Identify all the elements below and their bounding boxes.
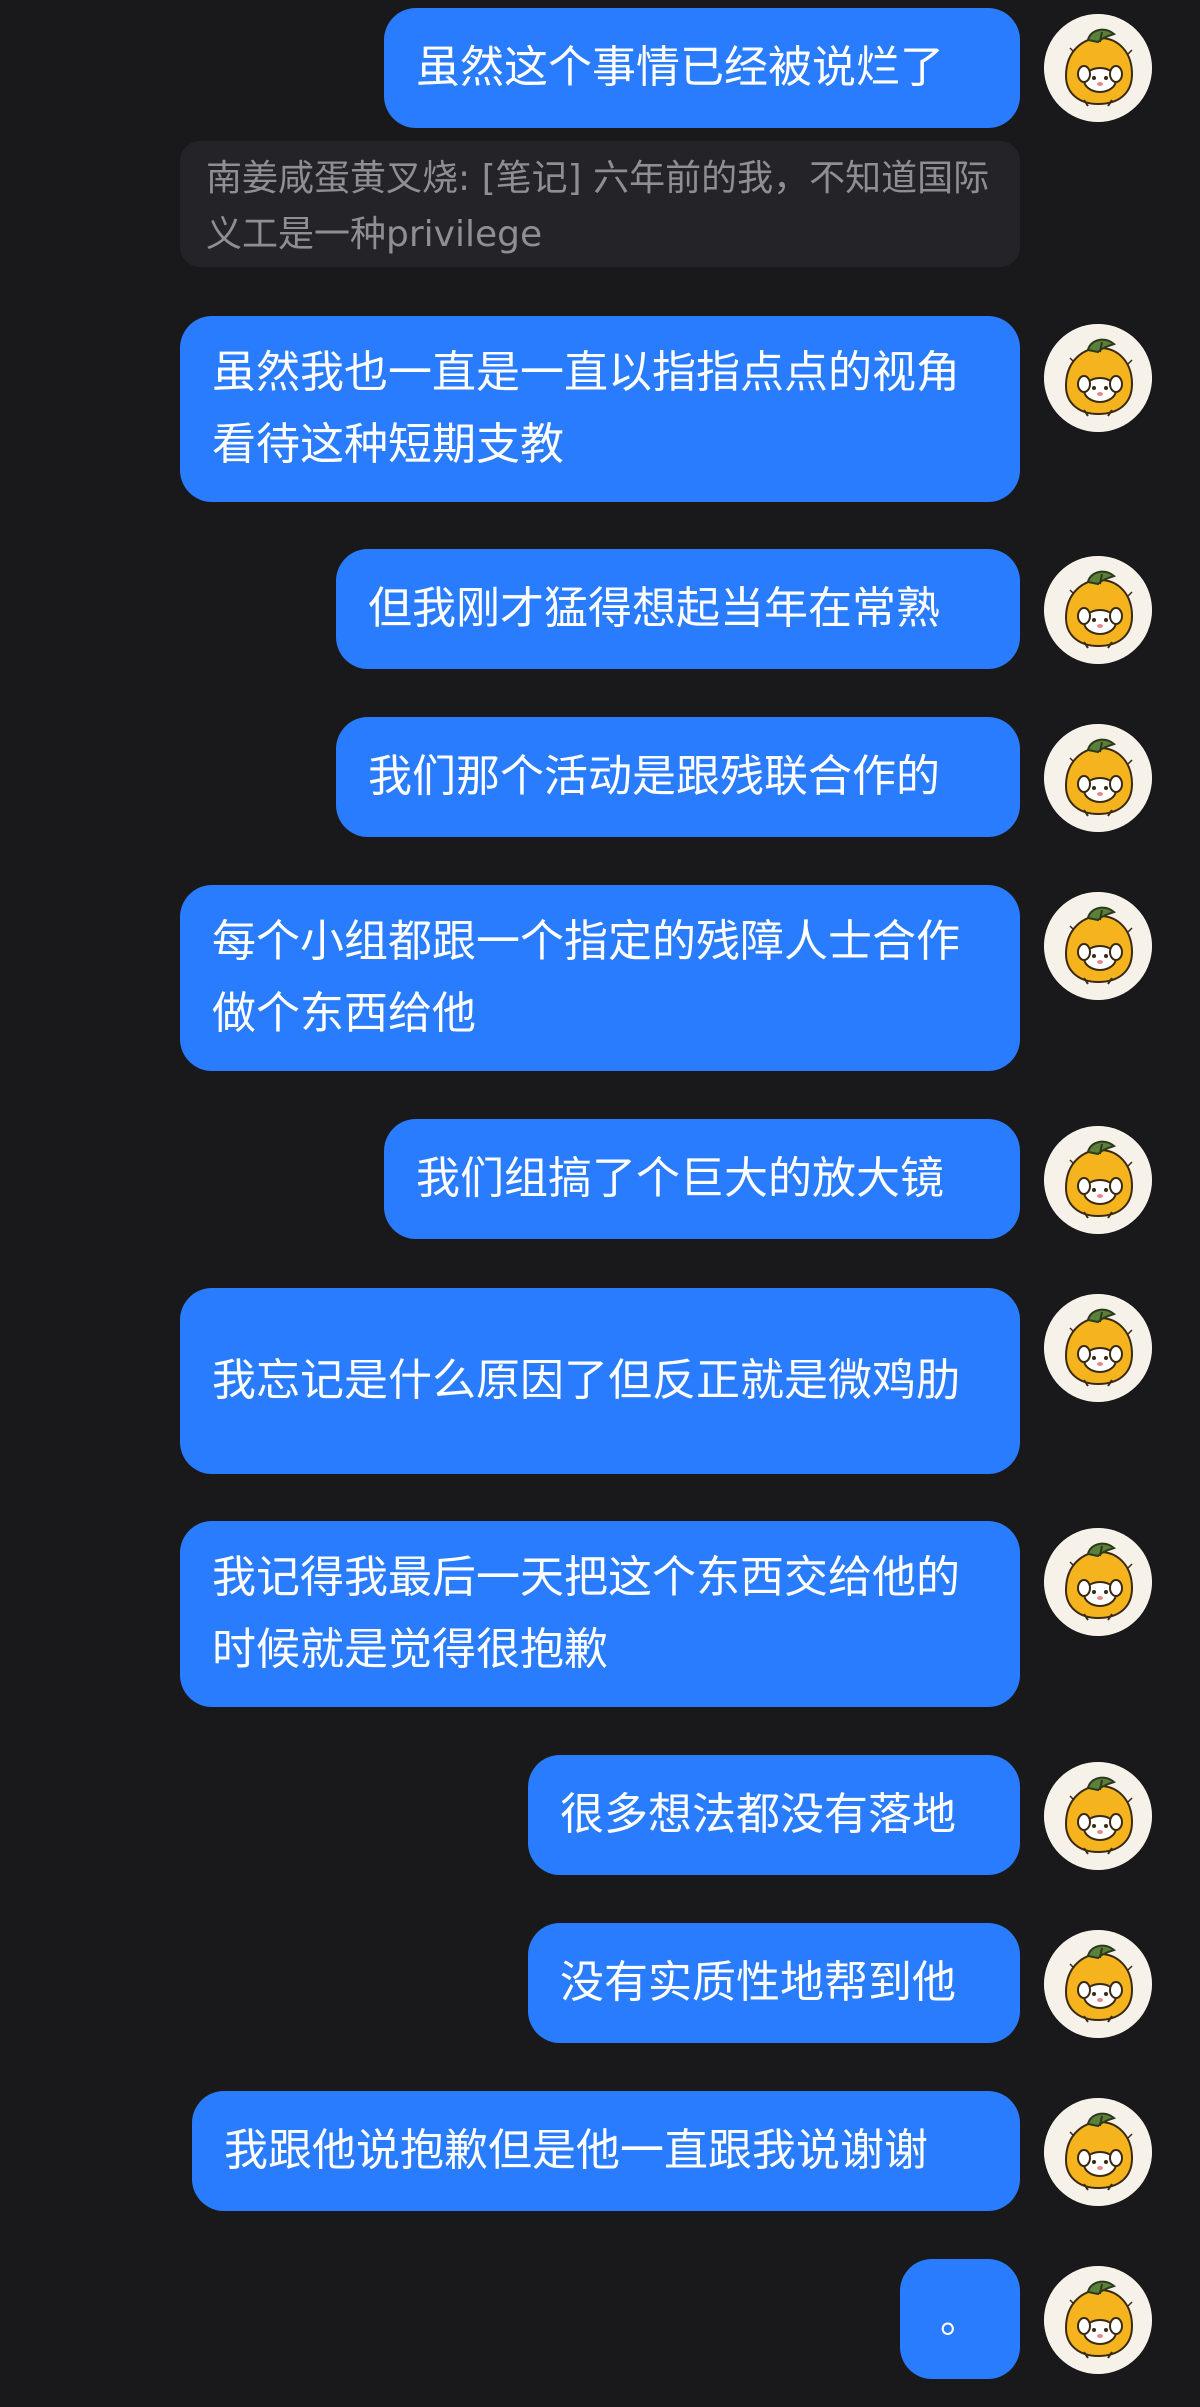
avatar[interactable] — [1044, 324, 1152, 432]
chat-thread: 虽然这个事情已经被说烂了 南姜咸蛋黄叉烧: [笔记] 六年前的我，不知道国际义工… — [0, 0, 1200, 2407]
message-text: 但我刚才猛得想起当年在常熟 — [368, 583, 940, 634]
message-text: 我们组搞了个巨大的放大镜 — [416, 1153, 944, 1204]
orange-puppy-avatar-icon — [1044, 1762, 1152, 1870]
message-text: 。 — [940, 2296, 980, 2342]
quoted-message[interactable]: 南姜咸蛋黄叉烧: [笔记] 六年前的我，不知道国际义工是一种privilege — [180, 141, 1020, 267]
avatar[interactable] — [1044, 724, 1152, 832]
message-text: 我跟他说抱歉但是他一直跟我说谢谢 — [224, 2125, 928, 2176]
orange-puppy-avatar-icon — [1044, 724, 1152, 832]
message-text: 每个小组都跟一个指定的残障人士合作做个东西给他 — [212, 916, 960, 1039]
message-bubble[interactable]: 我跟他说抱歉但是他一直跟我说谢谢 — [192, 2091, 1020, 2211]
avatar[interactable] — [1044, 1126, 1152, 1234]
orange-puppy-avatar-icon — [1044, 1930, 1152, 2038]
message-text: 我忘记是什么原因了但反正就是微鸡肋 — [212, 1355, 960, 1406]
message-text: 虽然我也一直是一直以指指点点的视角看待这种短期支教 — [212, 347, 960, 470]
message-bubble[interactable]: 我们那个活动是跟残联合作的 — [336, 717, 1020, 837]
message-bubble[interactable]: 我忘记是什么原因了但反正就是微鸡肋 — [180, 1288, 1020, 1474]
message-bubble[interactable]: 我记得我最后一天把这个东西交给他的时候就是觉得很抱歉 — [180, 1521, 1020, 1707]
avatar[interactable] — [1044, 892, 1152, 1000]
message-text: 虽然这个事情已经被说烂了 — [416, 42, 944, 93]
orange-puppy-avatar-icon — [1044, 14, 1152, 122]
orange-puppy-avatar-icon — [1044, 1528, 1152, 1636]
avatar[interactable] — [1044, 14, 1152, 122]
orange-puppy-avatar-icon — [1044, 892, 1152, 1000]
message-bubble[interactable]: 每个小组都跟一个指定的残障人士合作做个东西给他 — [180, 885, 1020, 1071]
avatar[interactable] — [1044, 1528, 1152, 1636]
message-bubble[interactable]: 很多想法都没有落地 — [528, 1755, 1020, 1875]
orange-puppy-avatar-icon — [1044, 556, 1152, 664]
message-bubble[interactable]: 虽然这个事情已经被说烂了 — [384, 8, 1020, 128]
orange-puppy-avatar-icon — [1044, 2098, 1152, 2206]
quote-separator: : — [458, 158, 482, 199]
message-text: 我们那个活动是跟残联合作的 — [368, 751, 940, 802]
avatar[interactable] — [1044, 1762, 1152, 1870]
message-text: 很多想法都没有落地 — [560, 1789, 956, 1840]
message-text: 没有实质性地帮到他 — [560, 1957, 956, 2008]
orange-puppy-avatar-icon — [1044, 1294, 1152, 1402]
message-text: 我记得我最后一天把这个东西交给他的时候就是觉得很抱歉 — [212, 1552, 960, 1675]
avatar[interactable] — [1044, 1930, 1152, 2038]
avatar[interactable] — [1044, 556, 1152, 664]
avatar[interactable] — [1044, 2098, 1152, 2206]
quote-sender: 南姜咸蛋黄叉烧 — [206, 158, 459, 199]
orange-puppy-avatar-icon — [1044, 2266, 1152, 2374]
avatar[interactable] — [1044, 1294, 1152, 1402]
avatar[interactable] — [1044, 2266, 1152, 2374]
message-bubble[interactable]: 没有实质性地帮到他 — [528, 1923, 1020, 2043]
orange-puppy-avatar-icon — [1044, 324, 1152, 432]
message-bubble[interactable]: 虽然我也一直是一直以指指点点的视角看待这种短期支教 — [180, 316, 1020, 502]
message-bubble[interactable]: 。 — [900, 2259, 1020, 2379]
orange-puppy-avatar-icon — [1044, 1126, 1152, 1234]
message-bubble[interactable]: 但我刚才猛得想起当年在常熟 — [336, 549, 1020, 669]
message-bubble[interactable]: 我们组搞了个巨大的放大镜 — [384, 1119, 1020, 1239]
